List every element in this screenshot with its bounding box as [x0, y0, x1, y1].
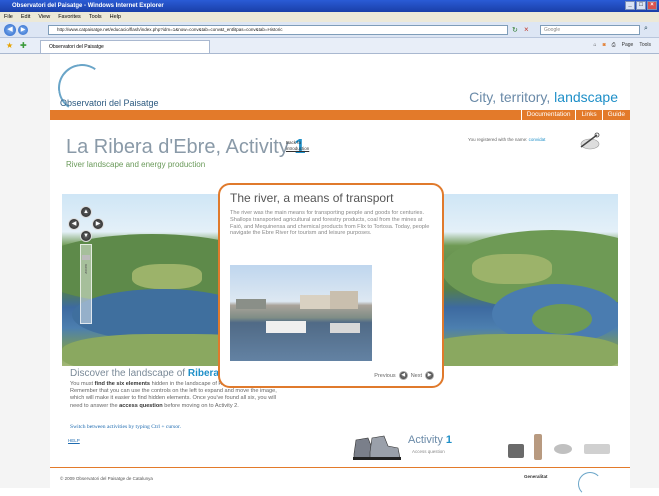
instructions-part3: before moving on to Activity 2.	[162, 402, 239, 409]
boat-shape	[330, 323, 360, 333]
page-menu[interactable]: Page	[622, 42, 634, 48]
river-photo	[230, 265, 372, 361]
maximize-button[interactable]: □	[636, 1, 646, 10]
menu-file[interactable]: File	[4, 12, 13, 22]
info-popup: The river, a means of transport The rive…	[218, 183, 444, 388]
previous-arrow-icon[interactable]: ◀	[398, 371, 408, 380]
tab-bar: ★ ✚ Observatori del Paisatge ⌂ ◙ ⎙ Page …	[0, 38, 659, 54]
feeds-icon[interactable]: ◙	[603, 42, 606, 48]
search-icon[interactable]: ⌕	[644, 25, 648, 33]
footer-divider	[50, 467, 630, 468]
tagline-highlight: landscape	[554, 89, 618, 105]
pan-left-button[interactable]: ◀	[68, 218, 80, 230]
back-link-line2: introduction	[286, 146, 310, 151]
menu-help[interactable]: Help	[110, 12, 121, 22]
footer-copyright: © 2009 Observatori del Paisatge de Catal…	[60, 476, 153, 481]
previous-label[interactable]: Previous	[374, 373, 395, 379]
zoom-label: zoom	[83, 264, 88, 274]
print-icon[interactable]: ⎙	[612, 42, 616, 48]
address-input[interactable]: http://www.catpaisatge.net/educacio/flas…	[48, 25, 508, 35]
activity-title-text: La Ribera d'Ebre, Activity	[66, 136, 295, 158]
menu-view[interactable]: View	[38, 12, 50, 22]
pan-controls: ▲ ◀ ▶ ▼	[68, 206, 104, 242]
forward-arrow-icon[interactable]: ▶	[18, 25, 28, 35]
window-title-bar: Observatori del Paisatge - Windows Inter…	[0, 0, 659, 12]
pan-down-button[interactable]: ▼	[80, 230, 92, 242]
field-shape	[132, 264, 202, 289]
footer-logo-arc-icon	[578, 472, 602, 496]
plug-icon[interactable]	[554, 444, 572, 454]
popup-text: The river was the main means for transpo…	[230, 210, 430, 237]
generalitat-logo: Generalitat	[524, 474, 548, 479]
menu-edit[interactable]: Edit	[21, 12, 30, 22]
registered-label: You registered with the name:	[468, 137, 529, 142]
boots-icon[interactable]	[350, 432, 402, 462]
activity-title: La Ribera d'Ebre, Activity 1	[66, 136, 306, 159]
tab-title: Observatori del Paisatge	[49, 44, 104, 50]
top-nav: Documentation Links Guide	[520, 110, 630, 120]
popup-title: The river, a means of transport	[230, 191, 394, 205]
menu-bar: File Edit View Favorites Tools Help	[0, 12, 659, 22]
nav-links[interactable]: Links	[575, 110, 601, 120]
registered-name[interactable]: convidat	[529, 137, 546, 142]
camera-icon[interactable]	[508, 444, 524, 458]
battery-icon[interactable]	[584, 444, 610, 454]
command-bar: ⌂ ◙ ⎙ Page Tools	[594, 42, 651, 48]
menu-tools[interactable]: Tools	[89, 12, 102, 22]
activity-progress-label: Activity 1	[408, 434, 452, 446]
minimize-button[interactable]: _	[625, 1, 635, 10]
add-favorites-icon[interactable]: ✚	[20, 41, 30, 51]
back-arrow-icon[interactable]: ◀	[4, 24, 16, 36]
browser-tab[interactable]: Observatori del Paisatge	[40, 40, 210, 53]
nav-guide[interactable]: Guide	[601, 110, 630, 120]
discover-title: Discover the landscape of Ribera	[70, 368, 219, 379]
back-link-line1: Back to	[286, 140, 302, 145]
registered-user: You registered with the name: convidat	[468, 137, 545, 142]
activity-progress-text: Activity	[408, 434, 446, 446]
pan-up-button[interactable]: ▲	[80, 206, 92, 218]
zoom-slider-knob[interactable]	[82, 255, 90, 260]
site-tagline: City, territory, landscape	[469, 89, 618, 105]
tools-menu[interactable]: Tools	[639, 42, 651, 48]
field-shape	[422, 334, 618, 366]
search-input[interactable]: Google	[540, 25, 640, 35]
site-logo[interactable]: Observatori del Paisatge	[60, 98, 159, 108]
zoom-slider[interactable]	[80, 244, 92, 324]
next-arrow-icon[interactable]: ▶	[425, 371, 434, 380]
discover-title-highlight: Ribera	[187, 368, 219, 379]
next-label[interactable]: Next	[411, 373, 422, 379]
building-shape	[330, 291, 358, 309]
instructions-bold1: find the six elements	[94, 381, 151, 387]
field-shape	[472, 254, 552, 284]
nav-documentation[interactable]: Documentation	[520, 110, 576, 120]
boat-shape	[266, 321, 306, 333]
stop-icon[interactable]: ×	[524, 25, 529, 34]
window-title: Observatori del Paisatge - Windows Inter…	[12, 3, 164, 9]
help-link[interactable]: HELP	[68, 438, 80, 444]
page-viewport: Observatori del Paisatge City, territory…	[0, 54, 659, 496]
back-to-introduction-link[interactable]: Back to introduction	[286, 140, 309, 152]
popup-navigation: Previous ◀ Next ▶	[374, 371, 434, 380]
building-shape	[236, 299, 266, 309]
menu-favorites[interactable]: Favorites	[58, 12, 81, 22]
pen-edit-icon[interactable]	[578, 132, 600, 150]
instructions-part1: You must	[70, 381, 95, 387]
instructions-bold2: access question	[119, 402, 163, 409]
access-question-label[interactable]: Access question	[412, 449, 445, 454]
window-controls: _ □ ×	[625, 1, 657, 10]
switch-activities-note: Switch between activities by typing Ctrl…	[70, 424, 181, 430]
found-items-row: Activity 1 Access question	[350, 428, 620, 464]
tagline-text: City, territory,	[469, 89, 555, 105]
home-icon[interactable]: ⌂	[594, 42, 597, 48]
bottle-icon[interactable]	[534, 434, 542, 460]
close-button[interactable]: ×	[647, 1, 657, 10]
pan-right-button[interactable]: ▶	[92, 218, 104, 230]
hill-shape	[532, 304, 592, 334]
discover-title-text: Discover the landscape of	[70, 368, 188, 379]
activity-progress-number: 1	[445, 434, 453, 446]
activity-subtitle: River landscape and energy production	[66, 160, 206, 169]
refresh-icon[interactable]: ↻	[512, 26, 518, 34]
favorites-star-icon[interactable]: ★	[6, 41, 16, 51]
address-toolbar: ◀ ▶ http://www.catpaisatge.net/educacio/…	[0, 22, 659, 38]
